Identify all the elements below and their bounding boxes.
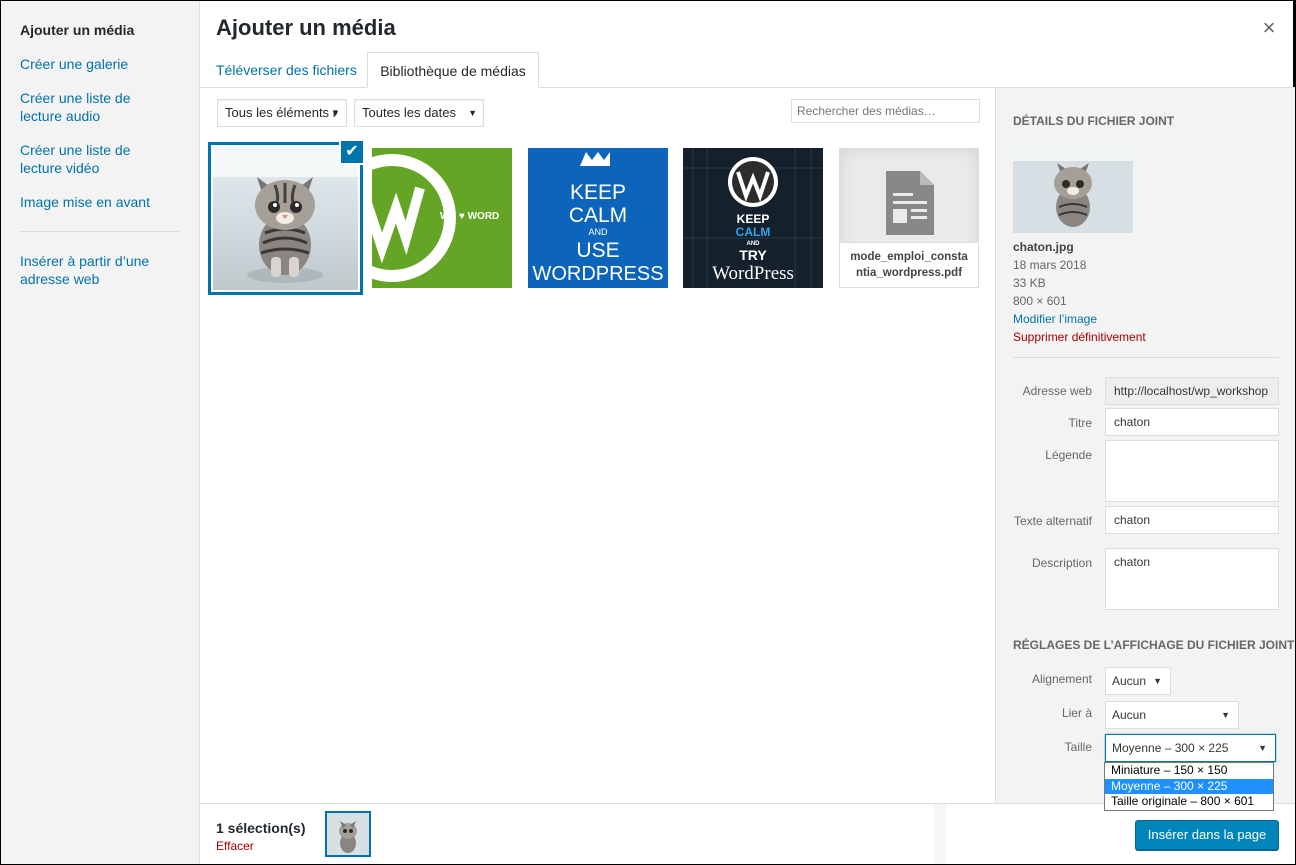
- size-select[interactable]: Moyenne – 300 × 225 ▼: [1105, 734, 1276, 762]
- we-love-text: WE ♥ WORD: [440, 211, 499, 222]
- attachment-kitten[interactable]: [208, 142, 363, 295]
- chevron-down-icon: ▼: [1258, 743, 1267, 753]
- alignment-value: Aucun: [1112, 674, 1147, 688]
- description-field[interactable]: chaton: [1105, 548, 1279, 610]
- attachment-details-sidebar: Détails du fichier joint chaton.jpg 18 m…: [995, 88, 1295, 804]
- chevron-down-icon: ▼: [331, 108, 340, 118]
- use-text: USE: [576, 239, 619, 262]
- try-text: TRY: [739, 247, 767, 263]
- keep-calm-try-image: KEEP CALM AND TRY WordPress: [683, 148, 823, 288]
- alignment-label: Alignement: [1031, 672, 1092, 686]
- keep-text: KEEP: [737, 212, 770, 226]
- filter-date-value: Toutes les dates: [362, 105, 456, 120]
- kitten-mini-image: [327, 813, 369, 855]
- insert-into-page-button[interactable]: Insérer dans la page: [1135, 820, 1279, 850]
- media-toolbar-bottom: 1 sélection(s) Effacer Insérer dans la p…: [200, 803, 1295, 864]
- display-settings-heading: Réglages de l’affichage du fichier joint: [1013, 638, 1295, 652]
- modal-title: Ajouter un média: [216, 15, 396, 40]
- chevron-down-icon: ▼: [1153, 676, 1162, 686]
- menu-separator: [20, 231, 179, 232]
- size-dropdown-list: Miniature – 150 × 150 Moyenne – 300 × 22…: [1104, 762, 1274, 811]
- selected-thumbnail[interactable]: [324, 810, 372, 858]
- selected-check-icon[interactable]: ✔: [339, 139, 365, 165]
- details-date: 18 mars 2018: [1013, 258, 1087, 272]
- details-size: 33 KB: [1013, 276, 1046, 290]
- link-to-value: Aucun: [1112, 708, 1147, 722]
- title-label: Titre: [1068, 416, 1092, 430]
- chevron-down-icon: ▼: [1221, 710, 1230, 720]
- close-icon[interactable]: ×: [1258, 15, 1280, 43]
- details-thumbnail: [1013, 143, 1133, 233]
- attachment-pdf-document[interactable]: mode_emploi_constantia_wordpress.pdf: [839, 148, 979, 288]
- caption-field[interactable]: [1105, 440, 1279, 502]
- size-value: Moyenne – 300 × 225: [1112, 741, 1229, 755]
- link-to-select[interactable]: Aucun ▼: [1105, 701, 1239, 729]
- menu-item-insert-from-url[interactable]: Insérer à partir d’une adresse web: [20, 252, 170, 288]
- details-filename: chaton.jpg: [1013, 240, 1074, 254]
- filter-type-value: Tous les éléments r: [225, 105, 337, 120]
- menu-item-create-gallery[interactable]: Créer une galerie: [20, 55, 185, 73]
- wordpress-text: WordPress: [712, 263, 794, 284]
- keep-calm-use-image: KEEP CALM AND USE WORDPRESS: [528, 148, 668, 288]
- tab-upload-files[interactable]: Téléverser des fichiers: [206, 52, 367, 88]
- calm-text: CALM: [569, 204, 627, 227]
- we-love-wordpress-image: WE ♥ WORD: [372, 148, 512, 288]
- alignment-select[interactable]: Aucun ▼: [1105, 667, 1171, 695]
- media-menu: Ajouter un média Créer une galerie Créer…: [1, 1, 200, 864]
- search-media-input[interactable]: Rechercher des médias…: [791, 99, 980, 123]
- details-dimensions: 800 × 601: [1013, 294, 1067, 308]
- selection-count: 1 sélection(s): [216, 820, 306, 836]
- caption-label: Légende: [1045, 448, 1092, 462]
- media-modal: Ajouter un média Créer une galerie Créer…: [0, 0, 1295, 864]
- size-option-medium[interactable]: Moyenne – 300 × 225: [1105, 778, 1273, 794]
- document-icon: [886, 171, 934, 235]
- menu-item-add-media[interactable]: Ajouter un média: [20, 21, 185, 39]
- size-option-full[interactable]: Taille originale – 800 × 601: [1105, 794, 1273, 810]
- url-label: Adresse web: [1022, 384, 1092, 398]
- clear-selection-link[interactable]: Effacer: [216, 839, 254, 853]
- menu-item-create-video-playlist[interactable]: Créer une liste de lecture vidéo: [20, 141, 150, 177]
- edit-image-link[interactable]: Modifier l’image: [1013, 310, 1097, 328]
- details-heading: Détails du fichier joint: [1013, 114, 1175, 128]
- details-separator: [1013, 357, 1279, 358]
- alt-text-field[interactable]: chaton: [1105, 506, 1279, 534]
- wordpress-text: WORDPRESS: [532, 263, 663, 285]
- url-field[interactable]: http://localhost/wp_workshop: [1105, 377, 1279, 405]
- title-field[interactable]: chaton: [1105, 408, 1279, 436]
- link-to-label: Lier à: [1061, 706, 1092, 720]
- attachment-keep-calm-try-wordpress[interactable]: KEEP CALM AND TRY WordPress: [683, 148, 823, 288]
- size-label: Taille: [1064, 740, 1092, 754]
- and-text: AND: [588, 227, 608, 237]
- filter-date-select[interactable]: Toutes les dates ▼: [354, 99, 484, 127]
- attachment-we-love-wordpress[interactable]: WE ♥ WORD: [372, 148, 512, 288]
- alt-text-label: Texte alternatif: [1013, 514, 1092, 528]
- filter-type-select[interactable]: Tous les éléments r ▼: [217, 99, 347, 127]
- document-filename: mode_emploi_constantia_wordpress.pdf: [840, 242, 978, 287]
- kitten-image: [213, 147, 358, 290]
- size-option-thumbnail[interactable]: Miniature – 150 × 150: [1105, 763, 1273, 779]
- chevron-down-icon: ▼: [468, 108, 477, 118]
- delete-permanently-link[interactable]: Supprimer définitivement: [1013, 328, 1146, 346]
- attachment-keep-calm-use-wordpress[interactable]: KEEP CALM AND USE WORDPRESS: [528, 148, 668, 288]
- calm-text: CALM: [736, 225, 771, 239]
- tab-media-library[interactable]: Bibliothèque de médias: [367, 52, 539, 88]
- keep-text: KEEP: [570, 181, 626, 204]
- menu-item-create-audio-playlist[interactable]: Créer une liste de lecture audio: [20, 89, 150, 125]
- kitten-thumbnail-image: [1013, 143, 1133, 233]
- toolbar-fade: [934, 804, 946, 864]
- description-label: Description: [1031, 556, 1092, 570]
- menu-item-featured-image[interactable]: Image mise en avant: [20, 193, 185, 211]
